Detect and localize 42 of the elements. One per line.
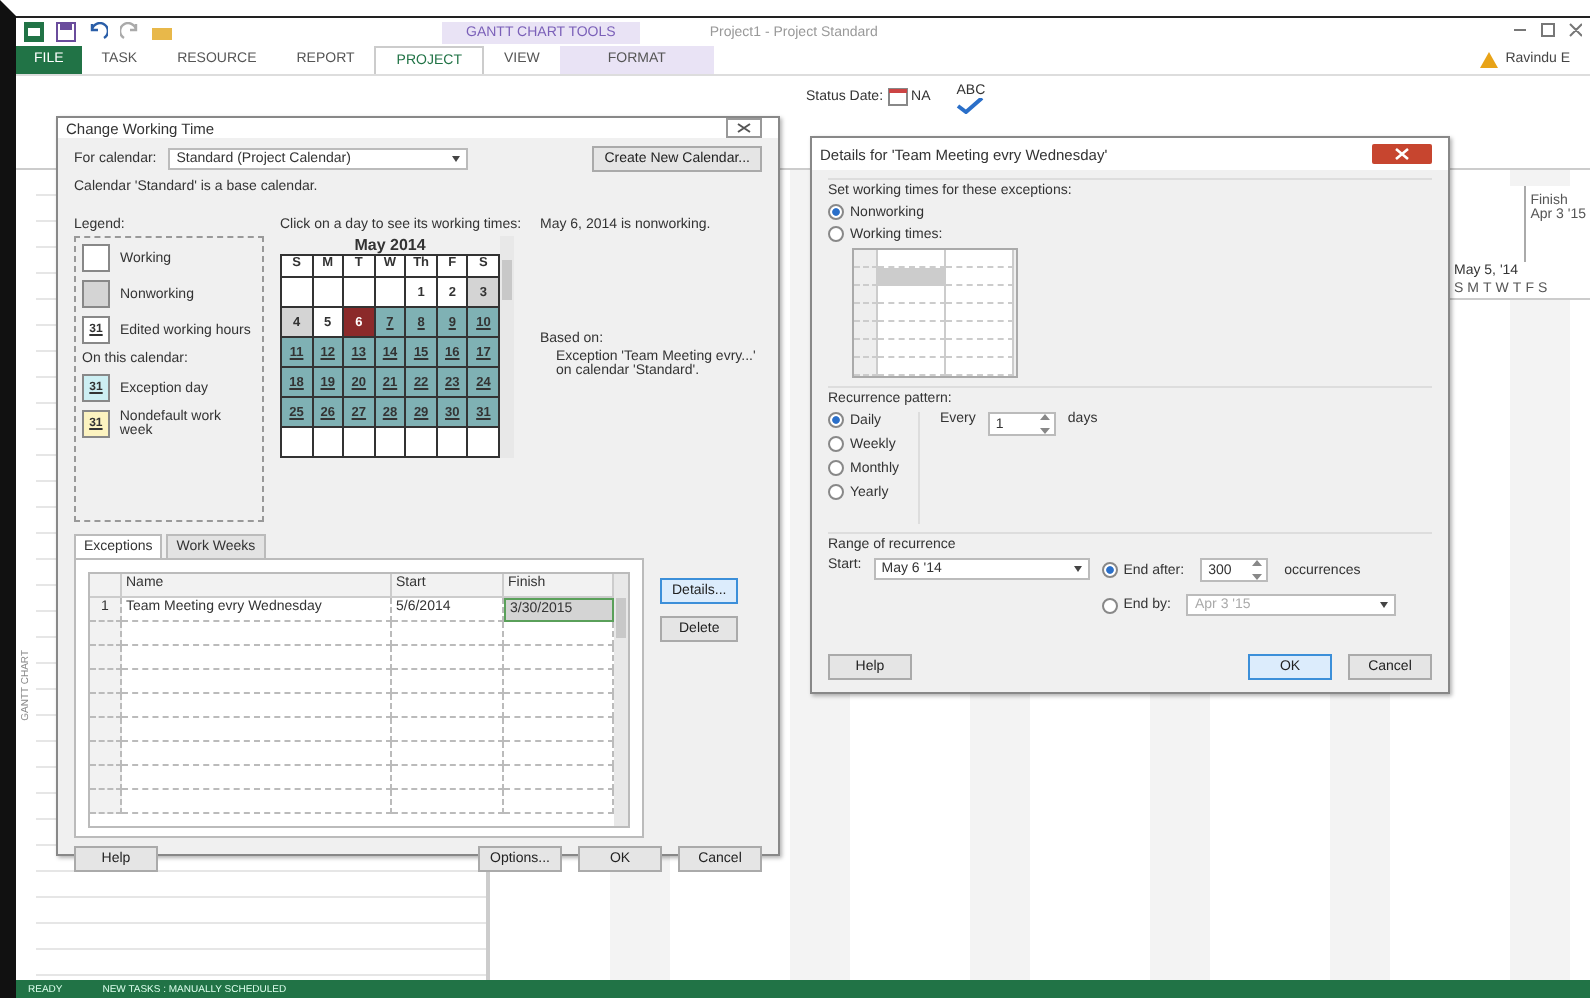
table-cell[interactable] [392,766,504,790]
radio-button[interactable] [828,436,844,452]
radio-button[interactable] [1101,562,1118,578]
legend-swatch [82,244,110,272]
table-cell[interactable] [122,790,392,814]
table-cell[interactable] [392,694,504,718]
table-cell[interactable] [392,718,504,742]
table-cell[interactable] [392,670,504,694]
undo-icon [88,22,108,42]
table-cell[interactable] [122,694,392,718]
redo-icon [120,22,140,42]
save-icon [56,22,76,42]
radio-button[interactable] [828,484,844,500]
table-cell[interactable] [122,670,392,694]
row-header [90,574,122,598]
radio-button[interactable] [828,412,844,428]
legend-swatch [82,280,110,308]
table-cell[interactable] [122,718,392,742]
table-cell[interactable] [122,742,392,766]
radio-button[interactable] [828,226,844,242]
table-cell[interactable] [122,646,392,670]
close-icon [1372,144,1432,164]
spinner-arrows-icon [1250,558,1265,582]
app-icon [24,22,44,42]
spinner-arrows-icon [1037,412,1052,436]
table-cell[interactable] [392,790,504,814]
scrollbar[interactable] [614,574,628,826]
folder-icon [152,22,172,42]
radio-button[interactable] [1101,597,1118,613]
table-cell[interactable] [392,742,504,766]
calendar-icon [887,88,908,106]
warning-icon [1479,52,1498,68]
radio-button[interactable] [828,460,844,476]
table-cell[interactable] [122,766,392,790]
scrollbar[interactable] [500,236,514,458]
month-title: May 2014 [352,236,428,254]
radio-button[interactable] [828,204,844,220]
window-controls-icon [1514,22,1582,38]
check-icon [956,98,985,114]
table-cell[interactable] [392,622,504,646]
table-cell[interactable] [392,646,504,670]
table-cell[interactable] [122,622,392,646]
